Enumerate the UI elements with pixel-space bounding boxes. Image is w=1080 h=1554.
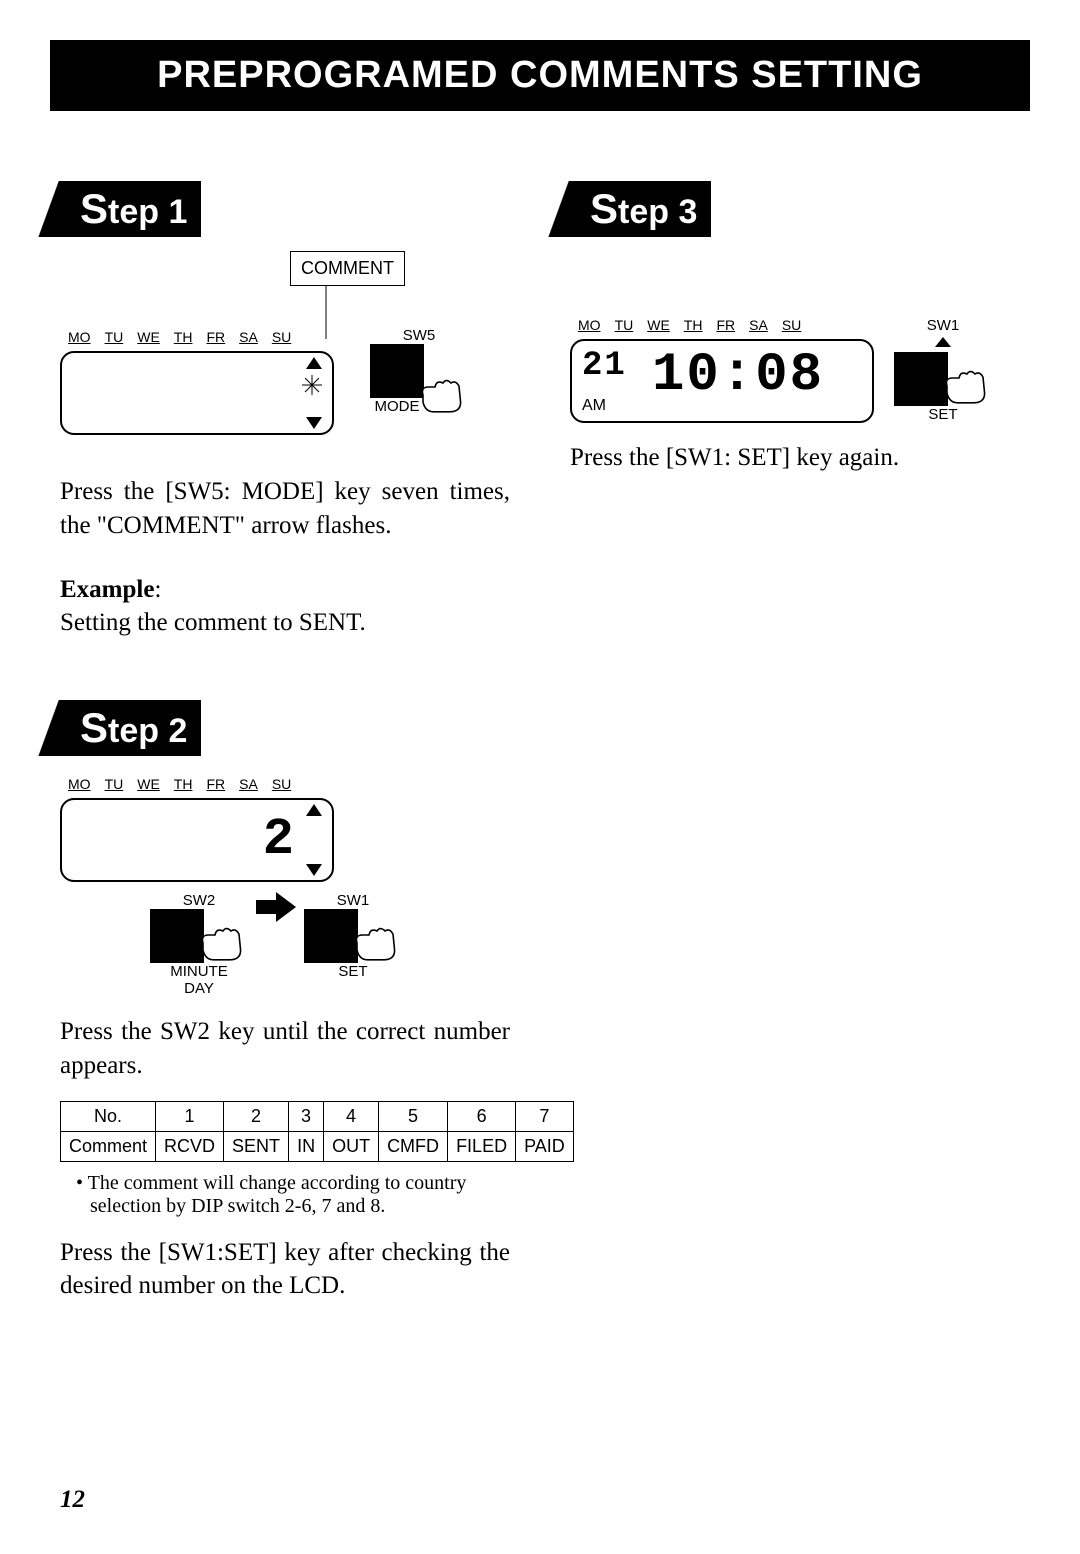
sparkle-icon	[302, 375, 322, 395]
step2-tag: Step 2	[60, 700, 201, 756]
table-row: No. 12 34 56 7	[61, 1101, 574, 1131]
step1: Step 1 COMMENT MOTUWE THFRSA SU	[60, 181, 510, 640]
hand-pointer-icon	[352, 923, 402, 963]
sw5-label: SW5	[370, 327, 468, 344]
step1-figure: COMMENT MOTUWE THFRSA SU	[60, 257, 510, 457]
comment-label-box: COMMENT	[290, 251, 405, 286]
step2-bullet: • The comment will change according to c…	[90, 1172, 510, 1218]
day-label: DAY	[150, 980, 248, 997]
page-number: 12	[60, 1486, 85, 1514]
sw1-label: SW1	[304, 892, 402, 909]
hand-pointer-icon	[942, 366, 992, 406]
page-title: PREPROGRAMED COMMENTS SETTING	[50, 40, 1030, 111]
step1-tag: Step 1	[60, 181, 201, 237]
day-row: MOTUWE THFRSA SU	[578, 317, 874, 333]
down-arrow-icon	[306, 417, 322, 429]
sw2-label: SW2	[150, 892, 248, 909]
table-row: Comment RCVDSENT INOUT CMFDFILED PAID	[61, 1131, 574, 1161]
right-column: Step 3 MOTUWE THFRSA SU 21 AM	[570, 181, 1020, 1321]
step3: Step 3 MOTUWE THFRSA SU 21 AM	[570, 181, 1020, 475]
sw1-label: SW1	[894, 317, 992, 334]
step1-text: Press the [SW5: MODE] key seven times, t…	[60, 475, 510, 543]
day-row: MOTUWE THFRSA SU	[68, 776, 510, 792]
lcd-time: 10:08	[652, 345, 824, 406]
hand-pointer-icon	[198, 923, 248, 963]
down-arrow-icon	[306, 864, 322, 876]
set-label: SET	[894, 406, 992, 423]
step2-text2: Press the [SW1:SET] key after checking t…	[60, 1236, 510, 1304]
step3-text: Press the [SW1: SET] key again.	[570, 441, 1020, 475]
hand-pointer-icon	[418, 375, 468, 415]
lcd-step2: 2	[60, 798, 334, 882]
step2-text1: Press the SW2 key until the correct numb…	[60, 1015, 510, 1083]
lcd-ampm: AM	[582, 397, 606, 415]
step2: Step 2 MOTUWE THFRSA SU 2	[60, 700, 510, 1303]
set-button[interactable]	[304, 909, 358, 963]
comment-table: No. 12 34 56 7 Comment RCVDSENT INOUT CM…	[60, 1101, 574, 1162]
lcd-step3: 21 AM 10:08	[570, 339, 874, 423]
arrow-right-icon	[256, 892, 296, 922]
set-button[interactable]	[894, 352, 948, 406]
lcd-day: 21	[582, 347, 627, 385]
up-arrow-icon	[935, 337, 951, 347]
up-arrow-icon	[306, 357, 322, 369]
mode-button[interactable]	[370, 344, 424, 398]
minute-day-button[interactable]	[150, 909, 204, 963]
lcd-step1	[60, 351, 334, 435]
step3-tag: Step 3	[570, 181, 711, 237]
step1-example: Example: Setting the comment to SENT.	[60, 573, 510, 641]
minute-label: MINUTE	[150, 963, 248, 980]
lcd-value: 2	[263, 810, 296, 869]
mode-label: MODE	[370, 398, 424, 415]
step2-figure: MOTUWE THFRSA SU 2 SW2	[60, 776, 510, 997]
step3-figure: MOTUWE THFRSA SU 21 AM 10:08 SW1	[570, 317, 1020, 423]
set-label: SET	[304, 963, 402, 980]
up-arrow-icon	[306, 804, 322, 816]
day-row: MOTUWE THFRSA SU	[68, 329, 334, 345]
left-column: Step 1 COMMENT MOTUWE THFRSA SU	[60, 181, 510, 1321]
